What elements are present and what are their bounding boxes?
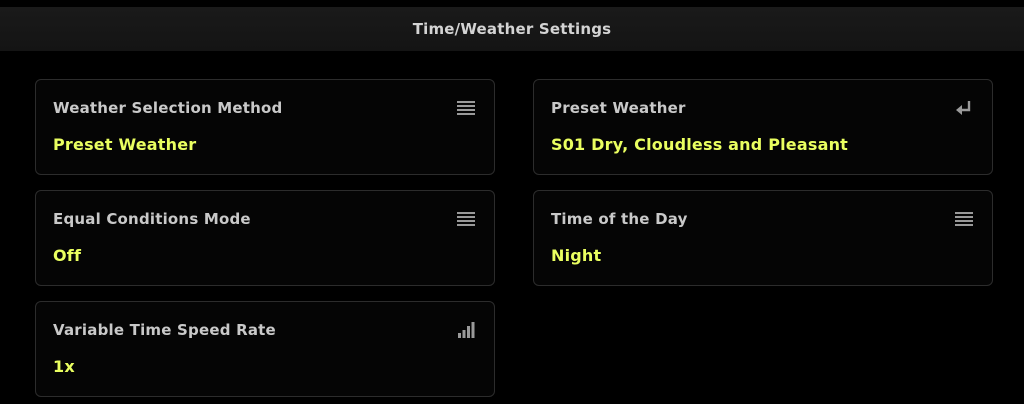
setting-value: Off [53, 246, 82, 265]
setting-label: Weather Selection Method [53, 99, 283, 117]
list-icon [457, 101, 475, 115]
title-bar: Time/Weather Settings [0, 7, 1024, 51]
page-title: Time/Weather Settings [412, 20, 612, 38]
setting-value: Preset Weather [53, 135, 197, 154]
list-icon [955, 212, 973, 226]
signal-bars-icon [458, 322, 475, 338]
setting-value: S01 Dry, Cloudless and Pleasant [551, 135, 849, 154]
setting-variable-time-speed-rate[interactable]: Variable Time Speed Rate 1x [35, 301, 495, 397]
setting-value: Night [551, 246, 602, 265]
setting-label: Time of the Day [551, 210, 688, 228]
list-icon [457, 212, 475, 226]
setting-label: Equal Conditions Mode [53, 210, 251, 228]
setting-label: Variable Time Speed Rate [53, 321, 276, 339]
setting-preset-weather[interactable]: Preset Weather S01 Dry, Cloudless and Pl… [533, 79, 993, 175]
setting-weather-selection-method[interactable]: Weather Selection Method Preset Weather [35, 79, 495, 175]
setting-value: 1x [53, 357, 75, 376]
setting-label: Preset Weather [551, 99, 686, 117]
enter-icon [956, 101, 971, 115]
setting-time-of-the-day[interactable]: Time of the Day Night [533, 190, 993, 286]
setting-equal-conditions-mode[interactable]: Equal Conditions Mode Off [35, 190, 495, 286]
time-weather-settings-screen: Time/Weather Settings Weather Selection … [0, 0, 1024, 404]
